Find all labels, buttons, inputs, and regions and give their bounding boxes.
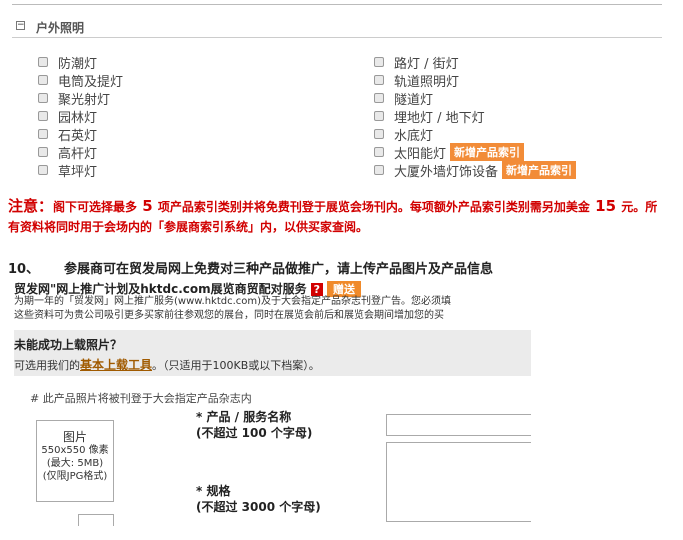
checkbox-item[interactable]: 轨道照明灯 xyxy=(374,71,460,90)
notice-lead: 注意： xyxy=(8,197,54,215)
section-header-outdoor-lighting[interactable]: − 户外照明 xyxy=(12,17,662,38)
spec-label: * 规格 (不超过 3000 个字母) xyxy=(196,483,321,515)
spec-limit: (不超过 3000 个字母) xyxy=(196,500,321,514)
checkbox-label: 聚光射灯 xyxy=(58,92,111,108)
checkbox-item[interactable]: 水底灯 xyxy=(374,125,434,144)
photo-size: 550x550 像素 xyxy=(41,445,109,456)
collapse-icon[interactable]: − xyxy=(16,21,25,30)
checkbox-item[interactable]: 隧道灯 xyxy=(374,89,434,108)
photo-title: 图片 xyxy=(62,430,87,444)
checkbox-item[interactable]: 防潮灯 xyxy=(38,53,98,72)
checkbox[interactable] xyxy=(38,129,48,139)
step-number: 10、 xyxy=(8,262,40,277)
embed-desc-line2: 这些资料可为贵公司吸引更多买家前往参观您的展台，同时在展览会前后和展览会期间增加… xyxy=(14,310,444,321)
checkbox-label: 园林灯 xyxy=(58,110,98,126)
checkbox-item[interactable]: 电筒及提灯 xyxy=(38,71,124,90)
upload-help-text: 可选用我们的基本上载工具。（只适用于100KB或以下档案）。 xyxy=(14,356,320,373)
checkbox-item[interactable]: 聚光射灯 xyxy=(38,89,111,108)
checkbox-label: 埋地灯 / 地下灯 xyxy=(394,110,485,126)
photo-format: (仅限JPG格式) xyxy=(42,471,108,482)
spec-textarea[interactable] xyxy=(386,442,531,522)
checkbox-label: 隧道灯 xyxy=(394,92,434,108)
notice-count: 5 xyxy=(137,197,158,215)
step-text: 参展商可在贸发局网上免费对三种产品做推广，请上传产品图片及产品信息 xyxy=(64,262,494,277)
checkbox-label: 路灯 / 街灯 xyxy=(394,56,459,72)
product-name-label: * 产品 / 服务名称 (不超过 100 个字母) xyxy=(196,409,312,441)
upload-help-band: 未能成功上载照片？ 可选用我们的基本上载工具。（只适用于100KB或以下档案）。 xyxy=(14,330,531,376)
checkbox-item[interactable]: 大厦外墙灯饰设备 新增产品索引 xyxy=(374,161,577,180)
photo-max: (最大: 5MB) xyxy=(46,458,104,469)
upload-help-post: 。（只适用于100KB或以下档案）。 xyxy=(152,359,320,372)
section-title: 户外照明 xyxy=(36,21,85,35)
spec-title: * 规格 xyxy=(196,484,231,498)
notice-price: 15 xyxy=(589,197,622,215)
embed-title: 贸发网"网上推广计划及hktdc.com展览商贸配对服务 xyxy=(14,282,307,296)
checkbox[interactable] xyxy=(374,57,384,67)
upload-help-pre: 可选用我们的 xyxy=(14,359,80,372)
product-name-title: * 产品 / 服务名称 xyxy=(196,410,292,424)
checkbox-item[interactable]: 草坪灯 xyxy=(38,161,98,180)
upload-help-title: 未能成功上载照片？ xyxy=(14,338,123,352)
notice-text: 注意：阁下可选择最多 5 项产品索引类别并将免费刊登于展览会场刊内。每项额外产品… xyxy=(8,196,668,237)
new-index-badge: 新增产品索引 xyxy=(450,143,525,161)
notice-part1: 阁下可选择最多 xyxy=(53,200,138,214)
checkbox[interactable] xyxy=(38,75,48,85)
checkbox-label: 防潮灯 xyxy=(58,56,98,72)
embed-desc-line1: 为期一年的「贸发网」网上推广服务(www.hktdc.com)及于大会指定产品杂… xyxy=(14,296,452,307)
upload-button[interactable] xyxy=(78,514,114,526)
checkbox-label: 草坪灯 xyxy=(58,164,98,180)
product-name-input[interactable] xyxy=(386,414,531,436)
checkbox-label: 电筒及提灯 xyxy=(58,74,124,90)
checkbox-label: 石英灯 xyxy=(58,128,98,144)
checkbox[interactable] xyxy=(374,147,384,157)
step-heading: 10、 参展商可在贸发局网上免费对三种产品做推广，请上传产品图片及产品信息 xyxy=(8,258,493,277)
checkbox[interactable] xyxy=(38,111,48,121)
checkbox-item[interactable]: 太阳能灯 新增产品索引 xyxy=(374,143,525,162)
checkbox[interactable] xyxy=(38,165,48,175)
checkbox-item[interactable]: 埋地灯 / 地下灯 xyxy=(374,107,485,126)
notice-part2: 项产品索引类别并将免费刊登于展览会场刊内。每项额外产品索引类别需另加美金 xyxy=(157,200,590,214)
checkbox[interactable] xyxy=(374,111,384,121)
checkbox-label: 轨道照明灯 xyxy=(394,74,460,90)
checkbox-item[interactable]: 园林灯 xyxy=(38,107,98,126)
embed-description: 为期一年的「贸发网」网上推广服务(www.hktdc.com)及于大会指定产品杂… xyxy=(14,295,531,323)
checkbox[interactable] xyxy=(374,129,384,139)
checkbox-label: 水底灯 xyxy=(394,128,434,144)
checkbox[interactable] xyxy=(374,165,384,175)
checkbox-label: 高杆灯 xyxy=(58,146,98,162)
checkbox[interactable] xyxy=(38,147,48,157)
checkbox-item[interactable]: 石英灯 xyxy=(38,125,98,144)
embedded-upload-frame: 贸发网"网上推广计划及hktdc.com展览商贸配对服务? 赠送 为期一年的「贸发… xyxy=(14,280,531,526)
checkbox[interactable] xyxy=(38,57,48,67)
photo-publish-note: # 此产品照片将被刊登于大会指定产品杂志内 xyxy=(30,392,252,405)
checkbox[interactable] xyxy=(374,93,384,103)
checkbox[interactable] xyxy=(374,75,384,85)
checkbox[interactable] xyxy=(38,93,48,103)
basic-upload-tool-link[interactable]: 基本上载工具 xyxy=(80,358,152,372)
checkbox-label: 大厦外墙灯饰设备 xyxy=(394,164,499,180)
checkbox-label: 太阳能灯 xyxy=(394,146,447,162)
embed-title-row: 贸发网"网上推广计划及hktdc.com展览商贸配对服务? 赠送 xyxy=(14,280,531,297)
product-name-limit: (不超过 100 个字母) xyxy=(196,426,313,440)
checkbox-item[interactable]: 路灯 / 街灯 xyxy=(374,53,459,72)
photo-upload-box[interactable]: 图片 550x550 像素 (最大: 5MB) (仅限JPG格式) xyxy=(36,420,114,502)
top-divider xyxy=(12,4,662,5)
new-index-badge: 新增产品索引 xyxy=(502,161,577,179)
checkbox-item[interactable]: 高杆灯 xyxy=(38,143,98,162)
